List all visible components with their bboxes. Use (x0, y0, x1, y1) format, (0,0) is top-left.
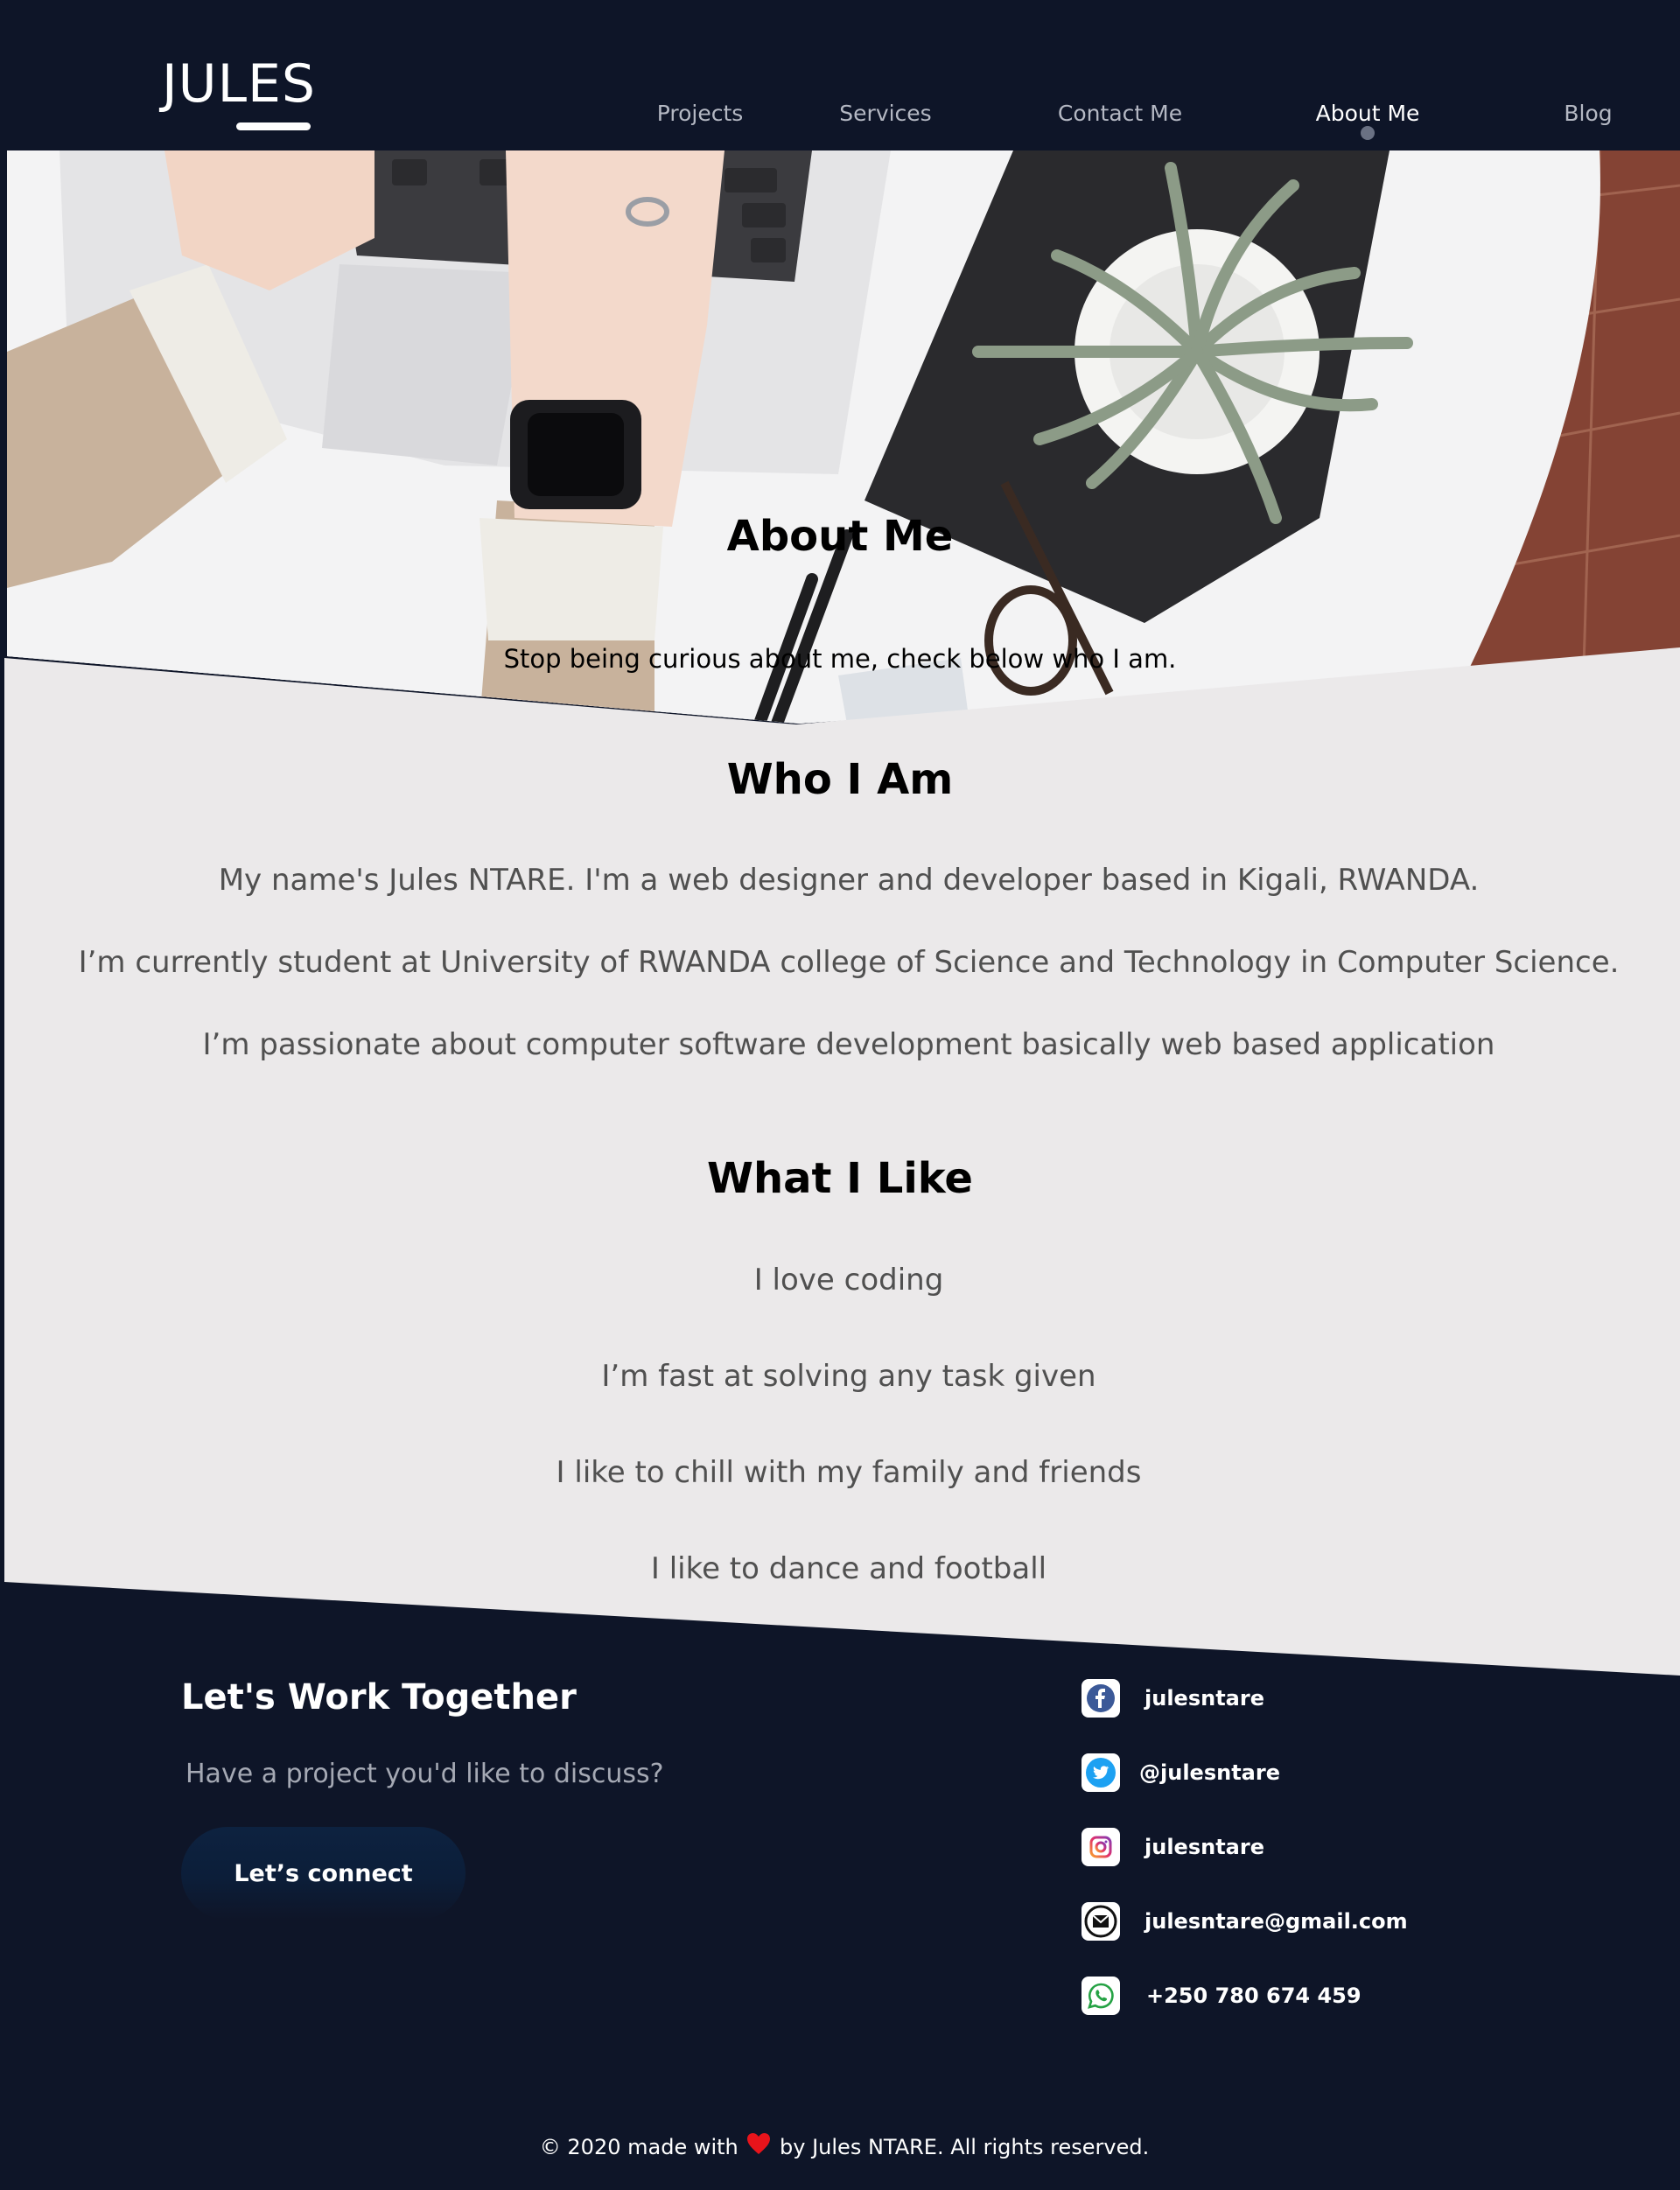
social-whatsapp-label: +250 780 674 459 (1146, 1984, 1362, 2008)
cta-title: Let's Work Together (181, 1677, 577, 1718)
social-whatsapp[interactable]: +250 780 674 459 (1082, 1976, 1362, 2016)
nav-contact-me[interactable]: Contact Me (1058, 98, 1182, 129)
facebook-icon (1082, 1679, 1120, 1718)
cta-subtitle: Have a project you'd like to discuss? (186, 1759, 664, 1789)
who-paragraph: My name's Jules NTARE. I'm a web designe… (218, 863, 1480, 898)
site-header: JULES Projects Services Contact Me About… (0, 0, 1680, 150)
who-paragraph: I’m currently student at University of R… (78, 945, 1620, 980)
who-paragraph: I’m passionate about computer software d… (202, 1027, 1495, 1062)
whatsapp-icon (1082, 1977, 1120, 2015)
social-instagram-label: julesntare (1144, 1835, 1264, 1859)
social-instagram[interactable]: julesntare (1082, 1827, 1264, 1867)
social-facebook[interactable]: julesntare (1082, 1678, 1264, 1718)
what-i-like-title: What I Like (707, 1154, 973, 1203)
like-item: I like to chill with my family and frien… (556, 1455, 1142, 1490)
who-i-am-title: Who I Am (726, 755, 954, 804)
twitter-icon (1082, 1753, 1120, 1792)
social-facebook-label: julesntare (1144, 1686, 1264, 1711)
social-email[interactable]: julesntare@gmail.com (1082, 1901, 1408, 1942)
nav-projects[interactable]: Projects (657, 98, 744, 129)
social-twitter-label: @julesntare (1139, 1760, 1280, 1785)
copyright: © 2020 made with by Jules NTARE. All rig… (0, 2130, 1680, 2166)
instagram-icon (1082, 1828, 1120, 1866)
nav-about-me[interactable]: About Me (1316, 98, 1420, 129)
like-item: I love coding (753, 1263, 944, 1298)
like-item: I’m fast at solving any task given (601, 1359, 1096, 1394)
copyright-text-start: © 2020 made with (539, 2135, 738, 2159)
hero-title: About Me (726, 512, 954, 561)
heart-icon (746, 2131, 771, 2166)
logo-underline (236, 122, 311, 130)
copyright-text-end: by Jules NTARE. All rights reserved. (780, 2135, 1150, 2159)
active-nav-indicator (1361, 126, 1375, 140)
hero-banner: About Me Stop being curious about me, ch… (7, 150, 1680, 724)
social-twitter[interactable]: @julesntare (1082, 1753, 1280, 1793)
hero-desk-photo (7, 150, 1680, 724)
like-item: I like to dance and football (650, 1551, 1047, 1586)
nav-services[interactable]: Services (839, 98, 931, 129)
email-icon (1082, 1902, 1120, 1941)
logo[interactable]: JULES (161, 54, 317, 133)
social-email-label: julesntare@gmail.com (1144, 1909, 1408, 1934)
lets-connect-button[interactable]: Let’s connect (181, 1827, 466, 1920)
nav-blog[interactable]: Blog (1564, 98, 1612, 129)
